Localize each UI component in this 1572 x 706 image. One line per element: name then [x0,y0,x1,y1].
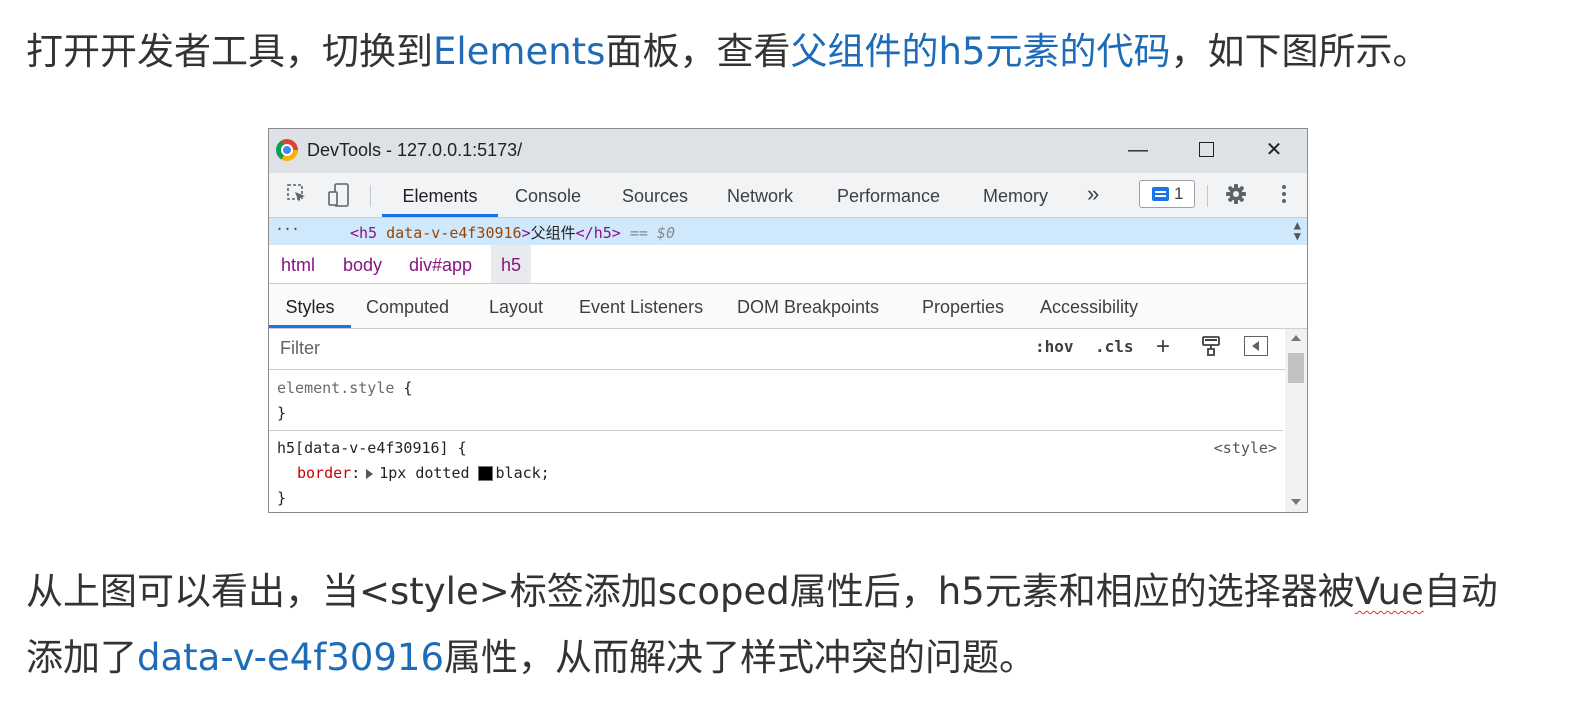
maximize-icon [1198,141,1214,157]
tab-memory[interactable]: Memory [983,173,1048,217]
property-value-start[interactable]: 1px dotted [379,464,469,482]
maximize-button[interactable] [1191,137,1221,163]
explanation-text-1: 从上图可以看出，当<style>标签添加scoped属性后，h5元素和相应的选择… [26,570,1355,613]
color-swatch[interactable] [477,466,493,481]
close-button[interactable]: ✕ [1259,137,1289,163]
rendering-emulation-icon[interactable] [1201,335,1221,362]
rule-close-brace: } [277,489,287,507]
more-tabs-button[interactable]: » [1087,173,1099,217]
breadcrumb: html body div#app h5 [269,245,1307,284]
kebab-menu-icon[interactable] [1272,183,1296,207]
node-open-tag: <h5 [350,224,387,242]
explanation-line-1: 从上图可以看出，当<style>标签添加scoped属性后，h5元素和相应的选择… [26,572,1498,612]
toolbar-divider [370,185,371,207]
vue-word: Vue [1354,570,1424,613]
scroll-down-icon[interactable] [1291,499,1301,505]
devtools-toolbar: Elements Console Sources Network Perform… [269,173,1307,218]
window-title: DevTools - 127.0.0.1:5173/ [307,140,523,160]
breadcrumb-div-app[interactable]: div#app [409,245,472,283]
intro-paragraph: 打开开发者工具，切换到Elements面板，查看父组件的h5元素的代码，如下图所… [26,32,1429,72]
console-ref: $0 [656,224,675,242]
new-style-rule-button[interactable]: + [1156,333,1170,361]
breadcrumb-html[interactable]: html [281,245,315,283]
rule-open-brace: { [448,439,467,457]
minimize-button[interactable]: — [1123,137,1153,163]
styles-scrollbar[interactable] [1285,329,1307,512]
styles-subtabs: Styles Computed Layout Event Listeners D… [269,284,1307,329]
message-icon [1152,187,1169,201]
node-open-tag-end: > [521,224,531,242]
node-text: 父组件 [530,224,576,242]
device-toolbar-icon[interactable] [327,183,351,207]
tab-sources[interactable]: Sources [622,173,688,217]
intro-text-prefix: 打开开发者工具，切换到 [26,30,433,73]
issues-button[interactable]: 1 [1139,180,1195,208]
intro-text-middle: 面板，查看 [605,30,791,73]
node-code: <h5 data-v-e4f30916>父组件</h5> == $0 [350,222,675,243]
selected-dom-node[interactable]: ··· <h5 data-v-e4f30916>父组件</h5> == $0 ▲… [269,218,1307,245]
toggle-sidebar-icon[interactable] [1244,336,1268,356]
node-close-tag: </h5> [575,224,621,242]
property-colon: : [351,464,361,482]
tab-layout[interactable]: Layout [489,284,543,328]
tab-dom-breakpoints[interactable]: DOM Breakpoints [737,284,879,328]
tab-properties[interactable]: Properties [922,284,1004,328]
expand-shorthand-icon[interactable] [366,468,374,479]
rule-open-brace: { [394,379,413,397]
style-rule-element: element.style { } [269,371,1283,431]
tab-event-listeners[interactable]: Event Listeners [579,284,703,328]
devtools-screenshot: DevTools - 127.0.0.1:5173/ — ✕ Elements … [268,128,1308,513]
style-declaration[interactable]: border: 1px dotted black; [277,461,1275,486]
property-name[interactable]: border [297,464,351,482]
explanation-text-2-suffix: 属性，从而解决了样式冲突的问题。 [443,636,1036,679]
rule-selector[interactable]: element.style [277,379,394,397]
scroll-up-icon[interactable] [1291,335,1301,341]
tab-elements[interactable]: Elements [382,173,498,217]
tab-accessibility[interactable]: Accessibility [1040,284,1138,328]
breadcrumb-body[interactable]: body [343,245,382,283]
rule-selector[interactable]: h5[data-v-e4f30916] [277,439,449,457]
filter-input[interactable] [274,333,1018,363]
node-attribute: data-v-e4f30916 [386,224,522,242]
gear-icon[interactable] [1224,183,1248,207]
intro-highlight-h5-code: 父组件的h5元素的代码 [790,30,1171,73]
intro-highlight-elements: Elements [433,30,606,73]
tab-network[interactable]: Network [727,173,793,217]
styles-filter-bar: :hov .cls + [269,329,1307,370]
intro-text-suffix: ，如下图所示。 [1170,30,1430,73]
node-equals: == [620,224,657,242]
explanation-text-2-prefix: 添加了 [26,636,137,679]
toolbar-divider [1207,185,1208,207]
chrome-logo-icon [276,139,298,161]
tab-styles[interactable]: Styles [269,284,351,328]
cls-button[interactable]: .cls [1095,337,1134,356]
property-value-end[interactable]: black; [496,464,550,482]
style-rules: element.style { } <style> h5[data-v-e4f3… [269,371,1283,512]
hov-button[interactable]: :hov [1035,337,1074,356]
style-rule-h5: <style> h5[data-v-e4f30916] { border: 1px… [269,431,1283,512]
explanation-text-1-end: 自动 [1423,570,1498,613]
node-ellipsis[interactable]: ··· [275,220,300,238]
tab-performance[interactable]: Performance [837,173,940,217]
explanation-highlight-attr: data-v-e4f30916 [137,636,444,679]
scroll-thumb[interactable] [1288,353,1304,383]
rule-origin-link[interactable]: <style> [1214,436,1277,461]
dom-scroll-arrows-icon[interactable]: ▲ ▼ [1294,219,1301,242]
tab-computed[interactable]: Computed [366,284,449,328]
explanation-line-2: 添加了data-v-e4f30916属性，从而解决了样式冲突的问题。 [26,638,1036,678]
breadcrumb-h5[interactable]: h5 [491,245,532,283]
tab-console[interactable]: Console [515,173,581,217]
select-element-icon[interactable] [285,183,309,207]
window-titlebar: DevTools - 127.0.0.1:5173/ — ✕ [269,129,1307,173]
rule-close-brace: } [277,404,287,422]
issues-count: 1 [1174,184,1184,203]
